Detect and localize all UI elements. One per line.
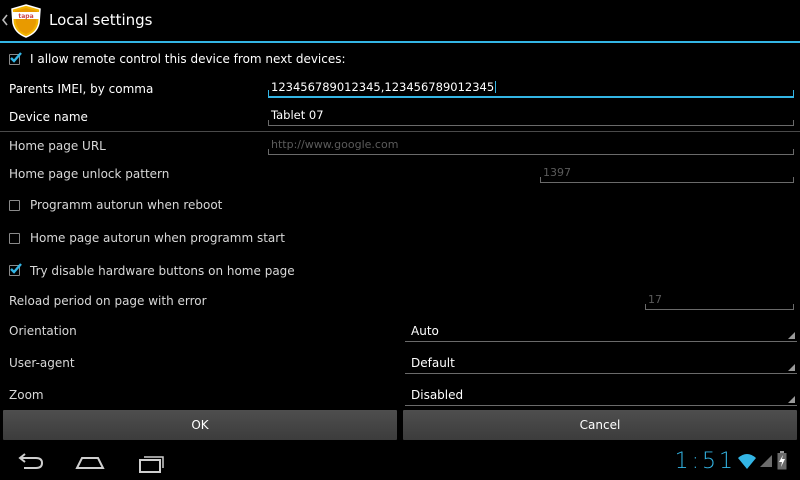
back-icon[interactable] [14, 452, 46, 472]
up-caret-icon[interactable] [1, 13, 9, 27]
user-agent-spinner[interactable]: Default [405, 352, 797, 374]
unlock-pattern-placeholder: 1397 [543, 166, 571, 179]
checkmark-icon [10, 52, 22, 63]
device-name-input[interactable]: Tablet 07 [268, 108, 794, 126]
parents-imei-value: 123456789012345,123456789012345 [271, 80, 495, 94]
autorun-reboot-label: Programm autorun when reboot [30, 198, 223, 212]
section-divider [0, 131, 800, 132]
wifi-icon [738, 454, 756, 469]
disable-hw-buttons-checkbox[interactable] [9, 263, 22, 277]
parents-imei-label: Parents IMEI, by comma [9, 82, 154, 96]
device-name-value: Tablet 07 [271, 108, 324, 122]
home-icon[interactable] [74, 452, 106, 472]
app-logo-shield-icon[interactable]: tapa [9, 3, 43, 39]
autorun-start-label: Home page autorun when programm start [30, 231, 285, 245]
signal-icon [760, 455, 772, 467]
user-agent-value: Default [411, 356, 455, 370]
disable-hw-buttons-label: Try disable hardware buttons on home pag… [30, 264, 295, 278]
orientation-value: Auto [411, 324, 439, 338]
home-page-url-input[interactable]: http://www.google.com [268, 137, 794, 155]
ok-button[interactable]: OK [3, 410, 397, 440]
recent-apps-icon[interactable] [136, 452, 166, 474]
home-page-url-label: Home page URL [9, 139, 106, 153]
spinner-arrow-icon [788, 364, 795, 371]
unlock-pattern-label: Home page unlock pattern [9, 167, 170, 181]
system-navigation-bar: 1:51 [0, 444, 800, 480]
status-clock: 1:51 [674, 449, 736, 474]
orientation-label: Orientation [9, 324, 77, 338]
autorun-reboot-checkbox[interactable] [9, 199, 22, 212]
zoom-spinner[interactable]: Disabled [405, 384, 797, 406]
cancel-button[interactable]: Cancel [403, 410, 797, 440]
action-bar: tapa Local settings [0, 0, 800, 42]
reload-period-placeholder: 17 [648, 293, 662, 306]
home-page-url-placeholder: http://www.google.com [271, 138, 399, 151]
text-cursor [495, 81, 497, 93]
page-title: Local settings [49, 11, 153, 29]
orientation-spinner[interactable]: Auto [405, 320, 797, 342]
autorun-start-checkbox[interactable] [9, 232, 22, 245]
remote-control-label: I allow remote control this device from … [30, 52, 346, 66]
zoom-label: Zoom [9, 388, 44, 402]
spinner-arrow-icon [788, 396, 795, 403]
user-agent-label: User-agent [9, 356, 75, 370]
spinner-arrow-icon [788, 332, 795, 339]
device-name-label: Device name [9, 110, 88, 124]
remote-control-checkbox[interactable] [9, 52, 22, 66]
battery-icon [777, 451, 787, 470]
unlock-pattern-input[interactable]: 1397 [540, 165, 794, 183]
parents-imei-input[interactable]: 123456789012345,123456789012345 [268, 80, 794, 98]
reload-period-input[interactable]: 17 [645, 292, 794, 310]
logo-text: tapa [18, 13, 33, 20]
reload-period-label: Reload period on page with error [9, 294, 207, 308]
checkmark-icon [10, 263, 22, 274]
zoom-value: Disabled [411, 388, 464, 402]
settings-form: I allow remote control this device from … [0, 43, 800, 408]
